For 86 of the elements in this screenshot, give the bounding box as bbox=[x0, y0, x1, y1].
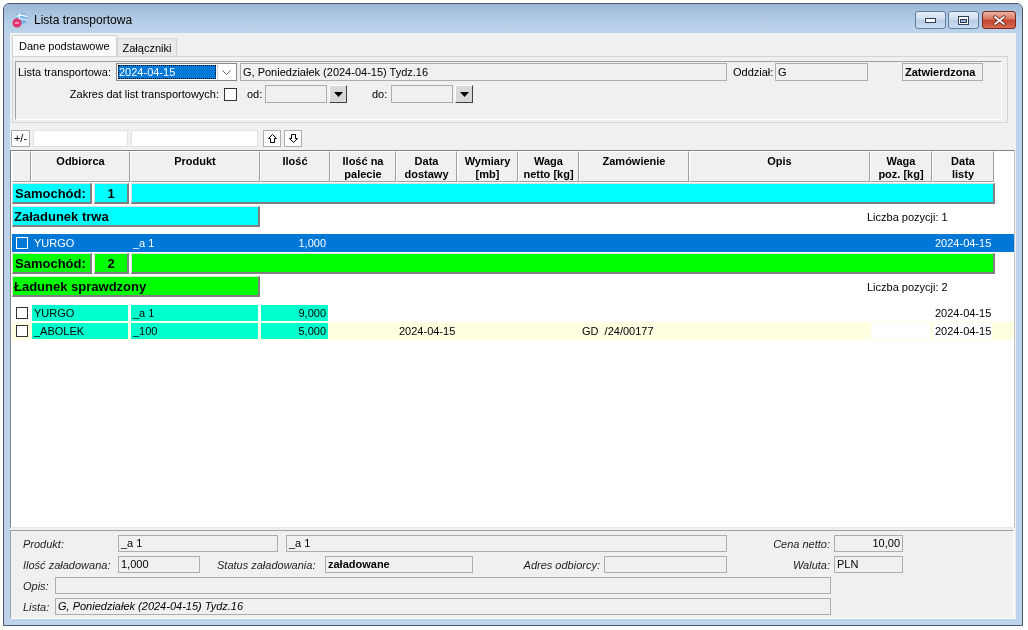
globe-icon bbox=[12, 12, 28, 28]
checkbox[interactable] bbox=[16, 325, 28, 337]
field-label: Lista: bbox=[23, 600, 51, 613]
column-header[interactable]: Waga poz. [kg] bbox=[870, 151, 932, 182]
field-label: Adres odbiorcy: bbox=[522, 558, 600, 571]
table-cell-text: 1,000 bbox=[297, 236, 327, 251]
currency-field[interactable]: PLN bbox=[834, 556, 903, 573]
table-cell-text: 2024-04-15 bbox=[934, 236, 992, 251]
table-cell-text: YURGO bbox=[33, 236, 76, 251]
tab[interactable]: Dane podstawowe bbox=[12, 35, 117, 56]
table-cell: 9,000 bbox=[261, 305, 328, 321]
window-title: Lista transportowa bbox=[34, 13, 133, 27]
arrow-down-icon bbox=[288, 133, 298, 143]
group-status: Załadunek trwa bbox=[12, 206, 260, 227]
item-count: Liczba pozycji: 1 bbox=[867, 210, 949, 223]
table-cell: 5,000 bbox=[261, 323, 328, 339]
column-header[interactable]: Produkt bbox=[130, 151, 260, 182]
group-number: 1 bbox=[94, 183, 129, 204]
dropdown-button[interactable] bbox=[329, 85, 347, 103]
field-label: Zakres dat list transportowych: bbox=[68, 88, 219, 100]
branch-field[interactable]: G bbox=[775, 63, 868, 81]
status-field[interactable]: Zatwierdzona bbox=[902, 63, 983, 81]
group-status: Ładunek sprawdzony bbox=[12, 276, 260, 297]
description-field[interactable] bbox=[55, 577, 831, 594]
loaded-quantity-field[interactable]: 1,000 bbox=[118, 556, 200, 573]
column-header[interactable]: Zamówienie bbox=[579, 151, 689, 182]
table-cell: _ABOLEK bbox=[32, 323, 128, 339]
text-field[interactable] bbox=[33, 129, 128, 147]
address-field[interactable] bbox=[604, 556, 727, 573]
price-field[interactable]: 10,00 bbox=[834, 535, 903, 552]
column-header[interactable]: Data dostawy bbox=[396, 151, 457, 182]
column-header[interactable]: Waga netto [kg] bbox=[518, 151, 579, 182]
product-name-field[interactable]: _a 1 bbox=[286, 535, 727, 552]
list-field[interactable]: G, Poniedziałek (2024-04-15) Tydz.16 bbox=[55, 598, 831, 615]
triangle-down-icon bbox=[459, 91, 469, 97]
field-label: do: bbox=[372, 88, 389, 100]
product-code-field[interactable]: _a 1 bbox=[118, 535, 278, 552]
group-label: Samochód: bbox=[12, 183, 92, 204]
item-count: Liczba pozycji: 2 bbox=[867, 280, 949, 293]
chevron-down-icon bbox=[222, 69, 231, 75]
column-header[interactable]: Data listy bbox=[932, 151, 994, 182]
move-down-button[interactable] bbox=[284, 129, 302, 147]
table-cell-text: GD /24/00177 bbox=[581, 324, 655, 339]
group-label: Samochód: bbox=[12, 253, 92, 274]
minimize-icon bbox=[925, 17, 936, 23]
table-cell-text: _a 1 bbox=[132, 236, 156, 251]
field-label: Waluta: bbox=[791, 558, 830, 571]
field-label: Cena netto: bbox=[772, 537, 830, 550]
close-icon bbox=[992, 14, 1006, 26]
table-cell: _100 bbox=[131, 323, 258, 339]
table-cell: 2024-04-15 bbox=[933, 323, 992, 339]
column-header[interactable]: Odbiorca bbox=[31, 151, 130, 182]
table-cell-text: 2024-04-15 bbox=[398, 324, 455, 339]
maximize-icon bbox=[958, 15, 969, 25]
minimize-button[interactable] bbox=[915, 11, 946, 29]
column-header[interactable]: Wymiary [mb] bbox=[457, 151, 518, 182]
table-row[interactable]: _ABOLEK _100 5,000 2024-04-15 GD /24/00177 2024-04-15 bbox=[12, 322, 1014, 340]
load-status-field[interactable]: załadowane bbox=[325, 556, 473, 573]
dropdown-button[interactable] bbox=[455, 85, 473, 103]
table-row[interactable]: YURGO _a 1 1,000 2024-04-15 bbox=[12, 234, 1014, 252]
list-date-combobox[interactable]: 2024-04-15 bbox=[116, 63, 237, 81]
field-label: Lista transportowa: bbox=[18, 66, 112, 78]
checkbox[interactable] bbox=[16, 307, 28, 319]
close-button[interactable] bbox=[982, 11, 1016, 29]
field-label: Ilość załadowana: bbox=[23, 558, 112, 571]
table-cell: YURGO bbox=[32, 305, 128, 321]
table-cell bbox=[871, 323, 930, 339]
column-header[interactable]: Ilość bbox=[260, 151, 330, 182]
text-field[interactable] bbox=[131, 129, 258, 147]
field-label: Produkt: bbox=[23, 537, 65, 550]
column-header[interactable]: Opis bbox=[689, 151, 870, 182]
tab[interactable]: Załączniki bbox=[116, 38, 178, 56]
group-number: 2 bbox=[94, 253, 129, 274]
arrow-up-icon bbox=[267, 133, 277, 143]
field-label: Oddział: bbox=[733, 66, 775, 78]
move-up-button[interactable] bbox=[263, 129, 281, 147]
field-label: Opis: bbox=[23, 579, 50, 592]
checkbox[interactable] bbox=[224, 87, 237, 101]
field-label: od: bbox=[247, 88, 264, 100]
expand-collapse-button[interactable]: +/- bbox=[11, 129, 30, 147]
maximize-button[interactable] bbox=[948, 11, 979, 29]
list-name-field[interactable]: G, Poniedziałek (2024-04-15) Tydz.16 bbox=[240, 63, 727, 81]
triangle-down-icon bbox=[333, 91, 343, 97]
column-header[interactable]: Ilość na palecie bbox=[330, 151, 396, 182]
field-label: Status załadowania: bbox=[217, 558, 317, 571]
table-cell: _a 1 bbox=[131, 305, 258, 321]
